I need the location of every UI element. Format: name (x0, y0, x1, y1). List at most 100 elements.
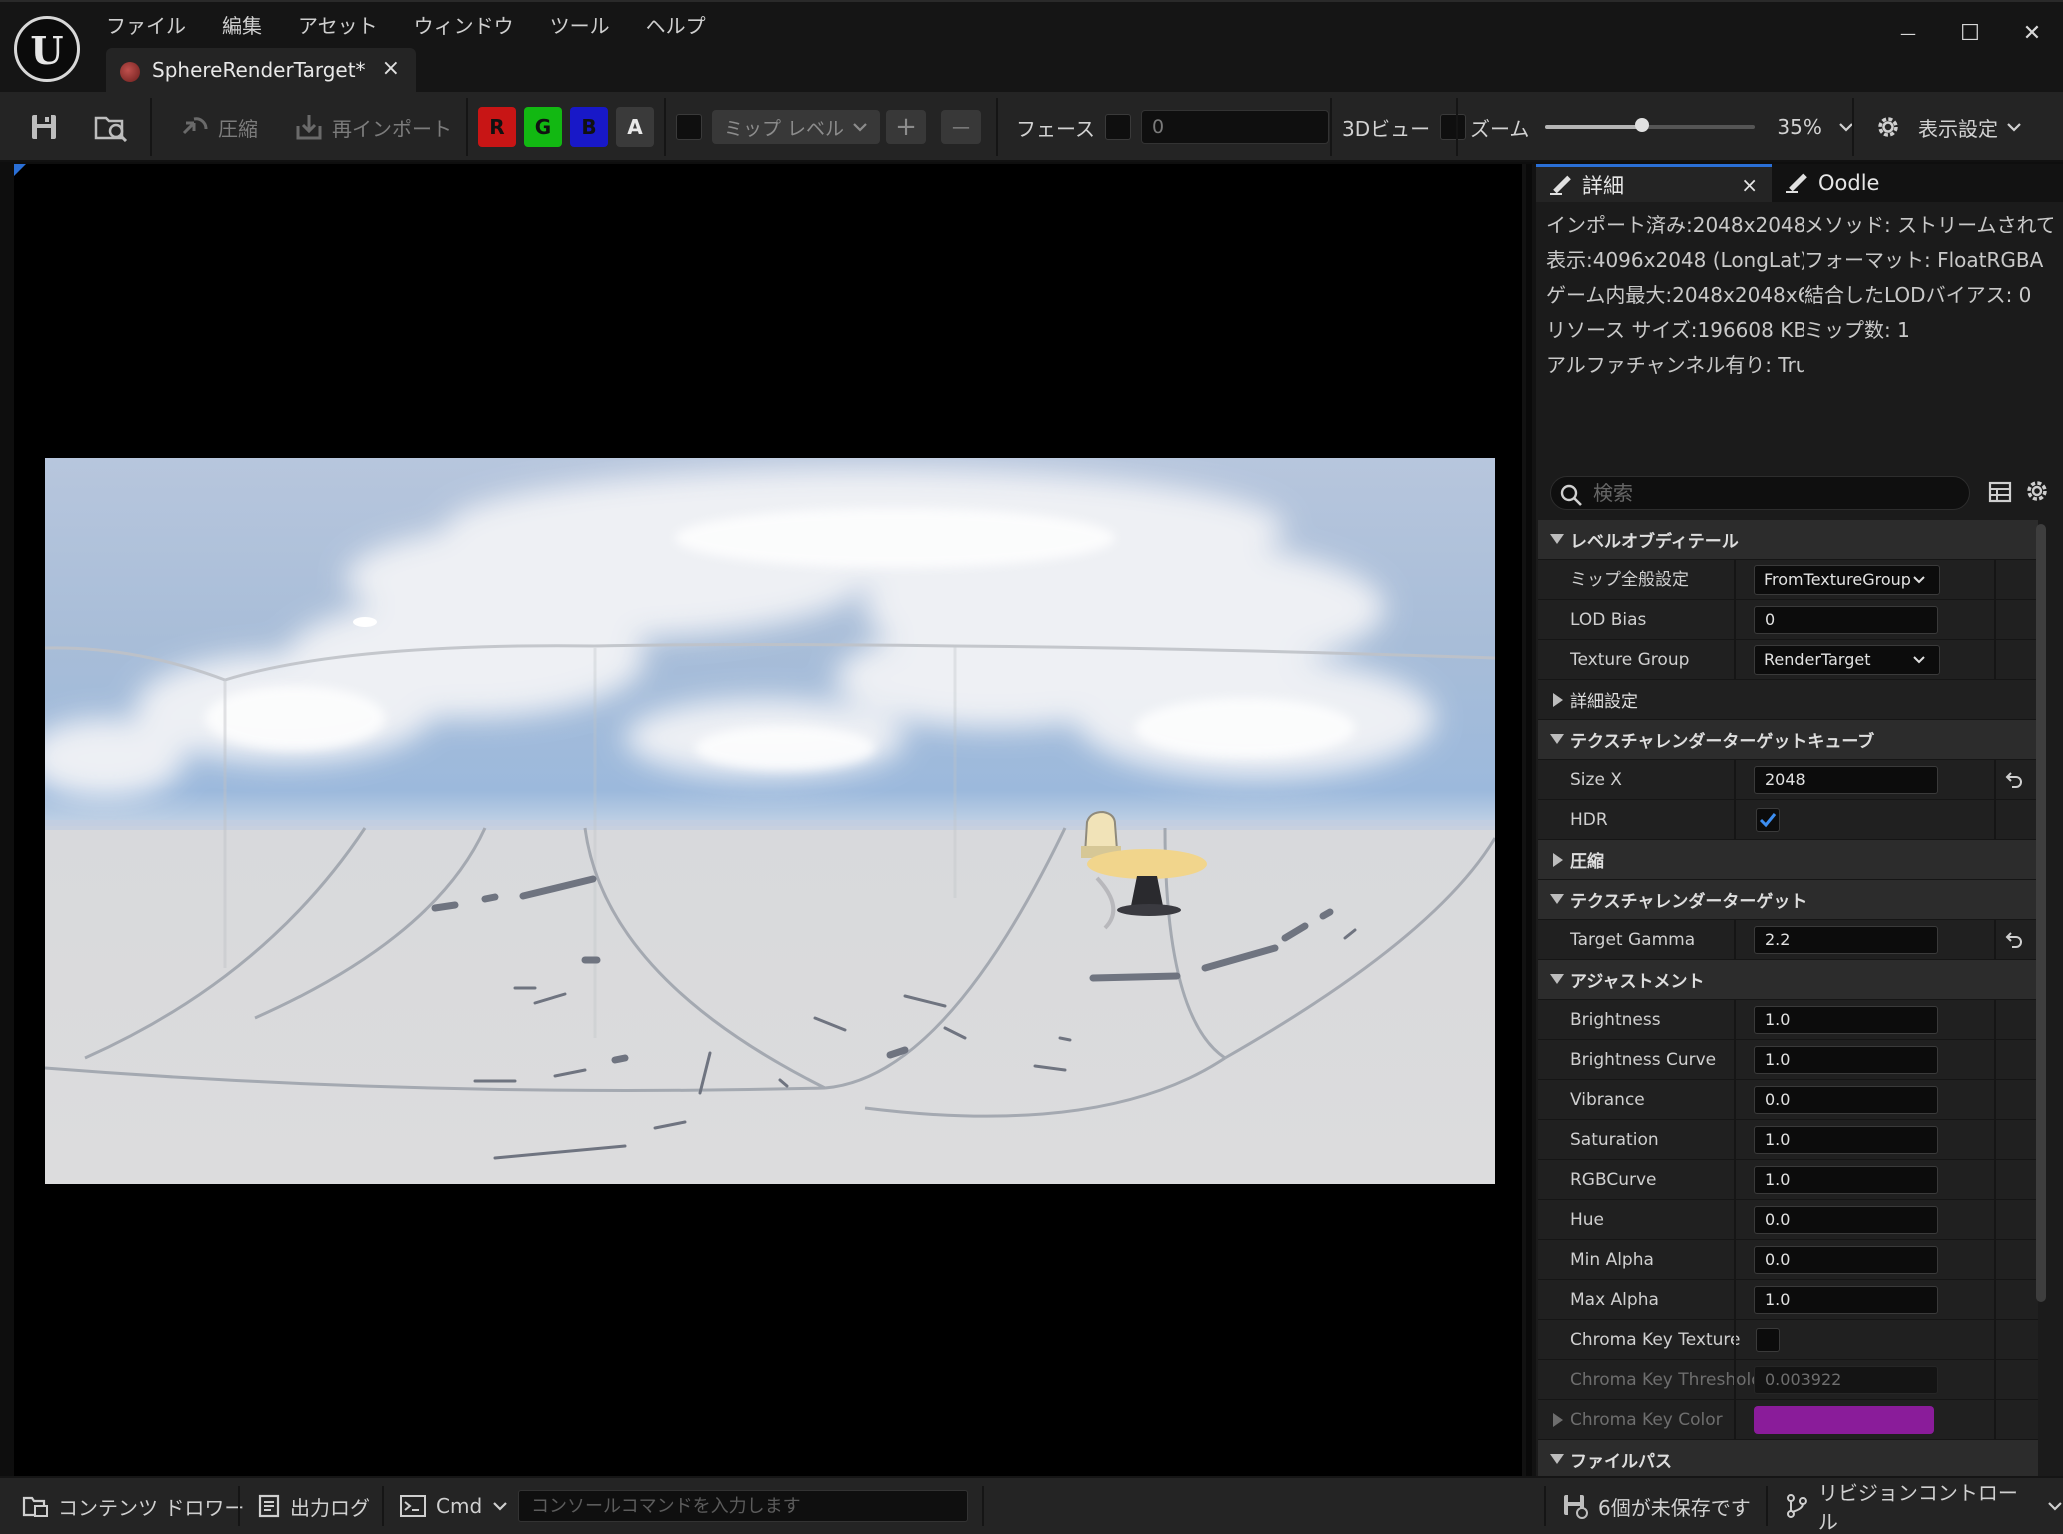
chevron-down-icon (493, 1502, 507, 1511)
category-file-path[interactable]: ファイルパス (1538, 1440, 2038, 1476)
details-scrollbar[interactable] (2036, 524, 2046, 1302)
expand-arrow-icon[interactable] (1553, 1413, 1563, 1427)
category-render-target-cube[interactable]: テクスチャレンダーターゲットキューブ (1538, 720, 2038, 760)
viewport-panel-splitter[interactable] (1522, 164, 1536, 1476)
texture-editor-toolbar: 圧縮 再インポート R G B A ミップ レベル + — フェース 0 3Dビ… (0, 92, 2063, 162)
red-channel-toggle[interactable]: R (478, 107, 516, 147)
mip-gen-settings-dropdown[interactable]: FromTextureGroup (1754, 565, 1940, 595)
output-log-label: 出力ログ (290, 1495, 370, 1520)
compress-label: 圧縮 (218, 116, 258, 141)
property-name: Min Alpha (1570, 1250, 1654, 1270)
size-x-input[interactable]: 2048 (1754, 766, 1938, 794)
hdr-checkbox[interactable] (1756, 808, 1780, 832)
info-imported: インポート済み:2048x2048x6 (1546, 213, 1804, 237)
minimize-button[interactable]: — (1877, 16, 1939, 52)
menu-edit[interactable]: 編集 (204, 12, 280, 42)
output-log-button[interactable]: 出力ログ (258, 1478, 370, 1534)
details-panel: 詳細 × Oodle インポート済み:2048x2048x6 メソッド: ストリ… (1536, 164, 2063, 1476)
menu-file[interactable]: ファイル (106, 12, 204, 42)
hue-input[interactable]: 0.0 (1754, 1206, 1938, 1234)
compress-button[interactable]: 圧縮 (180, 92, 258, 162)
alpha-channel-toggle[interactable]: A (616, 107, 654, 147)
property-name: Vibrance (1570, 1090, 1645, 1110)
menu-window[interactable]: ウィンドウ (396, 12, 532, 42)
category-compression[interactable]: 圧縮 (1538, 840, 2038, 880)
gear-icon[interactable] (2024, 478, 2050, 504)
property-name: Hue (1570, 1210, 1605, 1230)
brightness-curve-input[interactable]: 1.0 (1754, 1046, 1938, 1074)
green-channel-toggle[interactable]: G (524, 107, 562, 147)
cmd-selector-button[interactable]: Cmd (400, 1478, 508, 1534)
category-level-of-detail[interactable]: レベルオブディテール (1538, 520, 2038, 560)
property-name: Chroma Key Threshold (1570, 1370, 1763, 1390)
saturation-input[interactable]: 1.0 (1754, 1126, 1938, 1154)
tab-details-close-icon[interactable]: × (1741, 173, 1758, 197)
category-label: テクスチャレンダーターゲットキューブ (1570, 732, 1875, 752)
chroma-key-threshold-input[interactable]: 0.003922 (1754, 1366, 1938, 1394)
category-advanced[interactable]: 詳細設定 (1538, 680, 2038, 720)
chevron-down-icon (1913, 656, 1925, 664)
texture-viewport[interactable] (14, 164, 1522, 1476)
category-label: レベルオブディテール (1570, 532, 1739, 552)
min-alpha-input[interactable]: 0.0 (1754, 1246, 1938, 1274)
property-saturation: Saturation 1.0 (1538, 1120, 2038, 1160)
menu-asset[interactable]: アセット (280, 12, 396, 42)
vibrance-input[interactable]: 0.0 (1754, 1086, 1938, 1114)
rgb-curve-input[interactable]: 1.0 (1754, 1166, 1938, 1194)
property-texture-group: Texture Group RenderTarget (1538, 640, 2038, 680)
texture-group-dropdown[interactable]: RenderTarget (1754, 645, 1940, 675)
document-tab-close-icon[interactable]: × (382, 56, 400, 81)
face-checkbox[interactable] (1105, 114, 1131, 140)
tab-oodle[interactable]: Oodle (1772, 164, 1972, 202)
document-tab[interactable]: SphereRenderTarget* × (106, 48, 416, 94)
expand-arrow-icon (1550, 894, 1564, 904)
save-button[interactable] (30, 92, 58, 162)
console-command-input[interactable] (518, 1490, 968, 1522)
tab-details[interactable]: 詳細 × (1536, 164, 1772, 202)
property-brightness: Brightness 1.0 (1538, 1000, 2038, 1040)
display-settings-button[interactable]: 表示設定 (1874, 92, 2022, 162)
mip-level-dropdown[interactable]: ミップ レベル (712, 110, 881, 144)
pencil-icon (1550, 174, 1572, 196)
mip-decrease-button[interactable]: — (941, 110, 981, 144)
menu-tools[interactable]: ツール (532, 12, 628, 42)
revision-control-label: リビジョンコントロール (1817, 1481, 2018, 1534)
reset-to-default-icon[interactable] (2004, 930, 2024, 950)
menu-help[interactable]: ヘルプ (628, 12, 724, 42)
texture-info: インポート済み:2048x2048x6 メソッド: ストリームされていない 表示… (1546, 208, 2053, 383)
property-matrix-icon[interactable] (1988, 480, 2012, 504)
maximize-button[interactable]: ☐ (1939, 16, 2001, 52)
reimport-button[interactable]: 再インポート (294, 92, 452, 162)
mip-increase-button[interactable]: + (886, 110, 926, 144)
zoom-value[interactable]: 35% (1777, 115, 1821, 139)
property-name: Target Gamma (1570, 930, 1696, 950)
blue-channel-toggle[interactable]: B (570, 107, 608, 147)
category-render-target[interactable]: テクスチャレンダーターゲット (1538, 880, 2038, 920)
browse-asset-button[interactable] (94, 92, 128, 162)
property-list: レベルオブディテール ミップ全般設定 FromTextureGroup LOD … (1538, 520, 2038, 1476)
property-chroma-key-texture: Chroma Key Texture (1538, 1320, 2038, 1360)
close-window-button[interactable]: ✕ (2001, 16, 2063, 52)
property-name: Size X (1570, 770, 1622, 790)
info-method: メソッド: ストリームされていない (1804, 213, 2053, 237)
target-gamma-input[interactable]: 2.2 (1754, 926, 1938, 954)
unsaved-assets-button[interactable]: 6個が未保存です (1562, 1478, 1751, 1534)
reset-to-default-icon[interactable] (2004, 770, 2024, 790)
info-mip-count: ミップ数: 1 (1804, 318, 1910, 342)
expand-arrow-icon (1550, 1454, 1564, 1464)
property-hdr: HDR (1538, 800, 2038, 840)
revision-control-button[interactable]: リビジョンコントロール (1786, 1478, 2063, 1534)
unreal-logo-icon[interactable]: U (14, 16, 80, 82)
category-adjustments[interactable]: アジャストメント (1538, 960, 2038, 1000)
lod-bias-input[interactable]: 0 (1754, 606, 1938, 634)
mip-level-checkbox[interactable] (676, 114, 702, 140)
content-drawer-button[interactable]: コンテンツ ドロワー (22, 1478, 244, 1534)
brightness-input[interactable]: 1.0 (1754, 1006, 1938, 1034)
zoom-slider[interactable] (1545, 118, 1756, 132)
chroma-key-color-swatch[interactable] (1754, 1406, 1934, 1434)
face-index-input[interactable]: 0 (1141, 110, 1329, 144)
zoom-slider-handle[interactable] (1635, 118, 1649, 132)
details-search-input[interactable] (1593, 477, 1953, 509)
max-alpha-input[interactable]: 1.0 (1754, 1286, 1938, 1314)
chroma-key-texture-checkbox[interactable] (1756, 1328, 1780, 1352)
